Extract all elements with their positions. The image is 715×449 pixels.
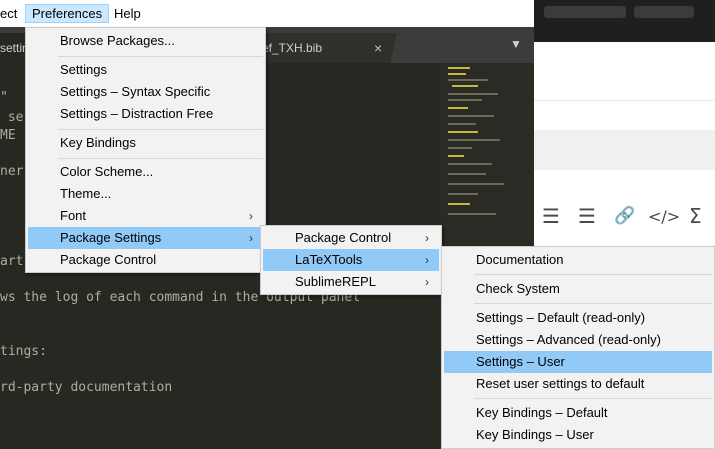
- page-band: [534, 62, 715, 101]
- menu-item-package-settings[interactable]: Package Settings ›: [28, 227, 263, 249]
- menu-separator: [474, 398, 712, 399]
- menu-item-settings-distraction-free[interactable]: Settings – Distraction Free: [28, 103, 263, 125]
- latextools-menu: Documentation Check System Settings – De…: [441, 246, 715, 449]
- menu-bar: ect Preferences Help: [0, 0, 534, 28]
- menu-item-settings-default[interactable]: Settings – Default (read-only): [444, 307, 712, 329]
- menu-item-color-scheme[interactable]: Color Scheme...: [28, 161, 263, 183]
- menu-item-key-bindings-default[interactable]: Key Bindings – Default: [444, 402, 712, 424]
- menu-item-settings[interactable]: Settings: [28, 59, 263, 81]
- chevron-right-icon: ›: [425, 253, 429, 267]
- menu-separator: [474, 274, 712, 275]
- browser-top-bar: [534, 0, 715, 42]
- menu-item-label: Package Control: [295, 230, 392, 245]
- link-icon[interactable]: 🔗: [614, 206, 635, 226]
- code-line: rd-party documentation: [0, 380, 173, 395]
- tab-label: ef_TXH.bib: [262, 41, 323, 55]
- chevron-right-icon: ›: [249, 209, 253, 223]
- menu-help[interactable]: Help: [108, 4, 147, 23]
- menu-item-package-control-settings[interactable]: Package Control ›: [263, 227, 439, 249]
- code-line: ME: [0, 128, 16, 143]
- menu-item-theme[interactable]: Theme...: [28, 183, 263, 205]
- ordered-list-icon[interactable]: ☰: [542, 204, 560, 228]
- sigma-icon[interactable]: Σ: [689, 204, 702, 228]
- close-icon[interactable]: ×: [374, 33, 382, 63]
- chevron-right-icon: ›: [425, 231, 429, 245]
- menu-item-key-bindings-user[interactable]: Key Bindings – User: [444, 424, 712, 446]
- menu-separator: [474, 303, 712, 304]
- editor-toolbar: ☰ ☰ 🔗 </> Σ: [534, 198, 715, 238]
- menu-item-label: Font: [60, 208, 87, 223]
- menu-item-label: LaTeXTools: [295, 252, 363, 267]
- code-line: art: [0, 254, 24, 269]
- menu-item-settings-user[interactable]: Settings – User: [444, 351, 712, 373]
- menu-item-package-control[interactable]: Package Control: [28, 249, 263, 271]
- tab-bib-file[interactable]: ef_TXH.bib ×: [262, 33, 397, 63]
- page-band: [534, 130, 715, 170]
- code-line: se: [0, 110, 24, 125]
- menu-item-settings-syntax[interactable]: Settings – Syntax Specific: [28, 81, 263, 103]
- code-line: tings:: [0, 344, 47, 359]
- menu-item-settings-advanced[interactable]: Settings – Advanced (read-only): [444, 329, 712, 351]
- menu-separator: [58, 129, 263, 130]
- preferences-menu: Browse Packages... Settings Settings – S…: [25, 27, 266, 273]
- menu-separator: [58, 56, 263, 57]
- code-line: ner: [0, 164, 24, 179]
- chevron-right-icon: ›: [425, 275, 429, 289]
- menu-item-documentation[interactable]: Documentation: [444, 249, 712, 271]
- code-icon[interactable]: </>: [648, 207, 680, 226]
- menu-item-key-bindings[interactable]: Key Bindings: [28, 132, 263, 154]
- package-settings-menu: Package Control › LaTeXTools › SublimeRE…: [260, 225, 442, 295]
- chevron-right-icon: ›: [249, 231, 253, 245]
- menu-item-browse-packages[interactable]: Browse Packages...: [28, 30, 263, 52]
- menu-item-font[interactable]: Font ›: [28, 205, 263, 227]
- menu-project[interactable]: ect: [0, 4, 23, 23]
- menu-preferences[interactable]: Preferences: [25, 4, 110, 23]
- code-line: ": [0, 90, 8, 105]
- menu-item-sublimerepl[interactable]: SublimeREPL ›: [263, 271, 439, 293]
- menu-item-label: SublimeREPL: [295, 274, 376, 289]
- menu-item-latextools[interactable]: LaTeXTools ›: [263, 249, 439, 271]
- tab-dropdown-icon[interactable]: ▼: [510, 37, 522, 51]
- menu-item-reset-settings[interactable]: Reset user settings to default: [444, 373, 712, 395]
- menu-separator: [58, 158, 263, 159]
- unordered-list-icon[interactable]: ☰: [578, 204, 596, 228]
- menu-item-label: Package Settings: [60, 230, 162, 245]
- menu-item-check-system[interactable]: Check System: [444, 278, 712, 300]
